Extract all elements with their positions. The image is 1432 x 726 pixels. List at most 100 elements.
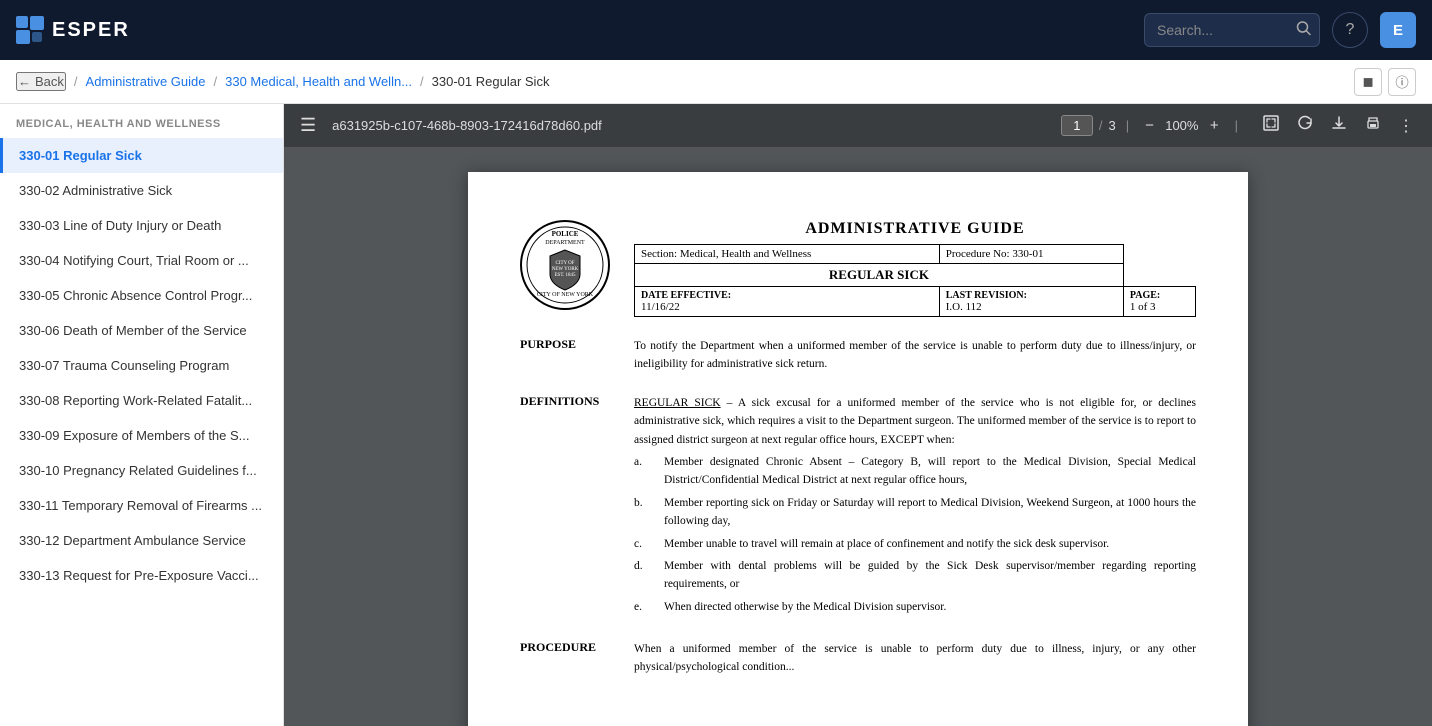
list-item: a. Member designated Chronic Absent – Ca… xyxy=(634,453,1196,490)
sidebar-item-330-12[interactable]: 330-12 Department Ambulance Service xyxy=(0,523,283,558)
breadcrumb-current: 330-01 Regular Sick xyxy=(432,74,550,89)
pdf-doc-header: POLICE DEPARTMENT CITY OF NEW YORK EST. … xyxy=(520,220,1196,317)
pdf-purpose-section: PURPOSE To notify the Department when a … xyxy=(520,337,1196,374)
pdf-download-button[interactable] xyxy=(1324,110,1354,141)
last-revision-label: LAST REVISION: xyxy=(946,290,1117,301)
search-input[interactable] xyxy=(1144,13,1320,47)
procedure-value: 330-01 xyxy=(1012,248,1043,260)
sidebar-item-330-13[interactable]: 330-13 Request for Pre-Exposure Vacci... xyxy=(0,558,283,593)
help-button[interactable]: ? xyxy=(1332,12,1368,48)
pdf-right-buttons: ⋮ xyxy=(1256,110,1420,141)
pdf-definitions-section: DEFINITIONS REGULAR SICK – A sick excusa… xyxy=(520,394,1196,620)
breadcrumb-sep-3: / xyxy=(420,74,424,89)
breadcrumb: ← Back / Administrative Guide / 330 Medi… xyxy=(0,60,1432,104)
breadcrumb-link-1[interactable]: Administrative Guide xyxy=(86,74,206,89)
breadcrumb-sep-2: / xyxy=(213,74,217,89)
svg-text:NEW YORK: NEW YORK xyxy=(552,267,579,272)
pdf-viewer: ☰ a631925b-c107-468b-8903-172416d78d60.p… xyxy=(284,104,1432,726)
page-value: 1 of 3 xyxy=(1130,301,1189,313)
pdf-content[interactable]: POLICE DEPARTMENT CITY OF NEW YORK EST. … xyxy=(284,148,1432,726)
pdf-divider-2: | xyxy=(1235,118,1238,133)
bookmark-button[interactable]: ◼ xyxy=(1354,68,1382,96)
search-container xyxy=(1144,13,1320,47)
sidebar-item-330-10[interactable]: 330-10 Pregnancy Related Guidelines f... xyxy=(0,453,283,488)
list-text-e: When directed otherwise by the Medical D… xyxy=(664,598,1196,616)
pdf-page: POLICE DEPARTMENT CITY OF NEW YORK EST. … xyxy=(468,172,1248,726)
pdf-page-controls: / 3 xyxy=(1061,115,1116,136)
date-effective-label: DATE EFFECTIVE: xyxy=(641,290,933,301)
pdf-more-button[interactable]: ⋮ xyxy=(1392,112,1420,140)
breadcrumb-link-2[interactable]: 330 Medical, Health and Welln... xyxy=(225,74,412,89)
svg-text:CITY OF: CITY OF xyxy=(555,261,574,266)
back-button[interactable]: ← Back xyxy=(16,72,66,91)
pdf-menu-button[interactable]: ☰ xyxy=(296,111,320,140)
pdf-meta-table: Section: Medical, Health and Wellness Pr… xyxy=(634,244,1196,317)
pdf-zoom-controls: − 100% + xyxy=(1139,113,1225,138)
list-item: d. Member with dental problems will be g… xyxy=(634,557,1196,594)
list-text-d: Member with dental problems will be guid… xyxy=(664,557,1196,594)
purpose-label: PURPOSE xyxy=(520,337,610,374)
pdf-doc-title: ADMINISTRATIVE GUIDE xyxy=(634,220,1196,238)
pdf-fit-page-button[interactable] xyxy=(1256,110,1286,141)
section-value: Medical, Health and Wellness xyxy=(680,248,811,260)
sidebar-item-330-08[interactable]: 330-08 Reporting Work-Related Fatalit... xyxy=(0,383,283,418)
svg-text:DEPARTMENT: DEPARTMENT xyxy=(545,240,585,246)
sidebar-item-330-03[interactable]: 330-03 Line of Duty Injury or Death xyxy=(0,208,283,243)
last-revision-value: I.O. 112 xyxy=(946,301,1117,313)
svg-text:POLICE: POLICE xyxy=(552,230,579,238)
procedure-label2: PROCEDURE xyxy=(520,640,610,677)
sidebar-item-330-11[interactable]: 330-11 Temporary Removal of Firearms ... xyxy=(0,488,283,523)
pdf-toolbar: ☰ a631925b-c107-468b-8903-172416d78d60.p… xyxy=(284,104,1432,148)
pdf-page-input[interactable] xyxy=(1061,115,1093,136)
fit-page-icon xyxy=(1262,114,1280,132)
sidebar-item-330-06[interactable]: 330-06 Death of Member of the Service xyxy=(0,313,283,348)
pdf-zoom-in-button[interactable]: + xyxy=(1204,113,1225,138)
sidebar-item-330-09[interactable]: 330-09 Exposure of Members of the S... xyxy=(0,418,283,453)
help-icon: ? xyxy=(1346,21,1355,39)
list-key-b: b. xyxy=(634,494,652,531)
procedure-text: When a uniformed member of the service i… xyxy=(634,640,1196,677)
app-name: ESPER xyxy=(52,19,130,42)
sidebar-item-330-02[interactable]: 330-02 Administrative Sick xyxy=(0,173,283,208)
app-logo: ESPER xyxy=(16,16,130,44)
sidebar-item-330-04[interactable]: 330-04 Notifying Court, Trial Room or ..… xyxy=(0,243,283,278)
pdf-print-button[interactable] xyxy=(1358,110,1388,141)
svg-text:EST. 1845: EST. 1845 xyxy=(554,273,576,278)
pdf-total-pages: 3 xyxy=(1108,118,1115,133)
pdf-page-sep: / xyxy=(1099,118,1103,133)
pdf-divider-1: | xyxy=(1126,118,1129,133)
user-avatar[interactable]: E xyxy=(1380,12,1416,48)
procedure-label: Procedure No: xyxy=(946,248,1010,260)
sidebar-item-330-01[interactable]: 330-01 Regular Sick xyxy=(0,138,283,173)
list-key-c: c. xyxy=(634,535,652,553)
definitions-label: DEFINITIONS xyxy=(520,394,610,620)
list-item: b. Member reporting sick on Friday or Sa… xyxy=(634,494,1196,531)
list-key-a: a. xyxy=(634,453,652,490)
sidebar-item-330-07[interactable]: 330-07 Trauma Counseling Program xyxy=(0,348,283,383)
search-submit-button[interactable] xyxy=(1296,21,1312,40)
print-icon xyxy=(1364,114,1382,132)
sidebar-section-title: MEDICAL, HEALTH AND WELLNESS xyxy=(0,104,283,138)
sidebar-item-330-05[interactable]: 330-05 Chronic Absence Control Progr... xyxy=(0,278,283,313)
date-effective-value: 11/16/22 xyxy=(641,301,933,313)
list-text-b: Member reporting sick on Friday or Satur… xyxy=(664,494,1196,531)
bookmark-icon: ◼ xyxy=(1362,74,1373,90)
info-button[interactable]: ⓘ xyxy=(1388,68,1416,96)
breadcrumb-sep-1: / xyxy=(74,74,78,89)
definitions-content: REGULAR SICK – A sick excusal for a unif… xyxy=(634,394,1196,620)
search-icon xyxy=(1296,21,1312,37)
download-icon xyxy=(1330,114,1348,132)
pdf-rotate-button[interactable] xyxy=(1290,110,1320,141)
purpose-text: To notify the Department when a uniforme… xyxy=(634,337,1196,374)
esper-logo-icon xyxy=(16,16,44,44)
nypd-seal: POLICE DEPARTMENT CITY OF NEW YORK EST. … xyxy=(520,220,610,310)
rotate-icon xyxy=(1296,114,1314,132)
pdf-zoom-out-button[interactable]: − xyxy=(1139,113,1160,138)
list-key-e: e. xyxy=(634,598,652,616)
pdf-procedure-section: PROCEDURE When a uniformed member of the… xyxy=(520,640,1196,677)
page-label: PAGE: xyxy=(1130,290,1189,301)
list-item: e. When directed otherwise by the Medica… xyxy=(634,598,1196,616)
main-layout: MEDICAL, HEALTH AND WELLNESS 330-01 Regu… xyxy=(0,104,1432,726)
definitions-list: a. Member designated Chronic Absent – Ca… xyxy=(634,453,1196,616)
section-label: Section: xyxy=(641,248,677,260)
